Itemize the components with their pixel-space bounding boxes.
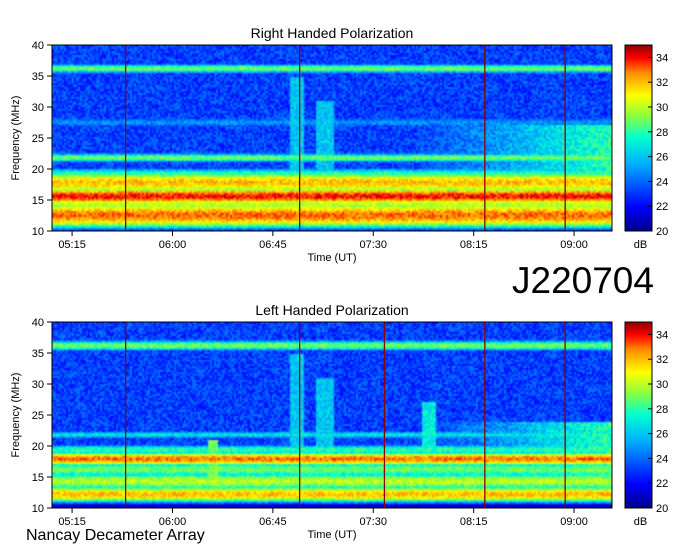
- y-tick-label: 10: [32, 226, 44, 238]
- colorbar-tick-label: 34: [656, 329, 668, 341]
- colorbar-tick-label: 26: [656, 152, 668, 164]
- y-tick-label: 40: [32, 40, 44, 52]
- x-tick-label: 05:15: [58, 239, 86, 251]
- y-axis-label: Frequency (MHz): [10, 373, 22, 458]
- y-tick-label: 10: [32, 503, 44, 515]
- colorbar-tick-label: 32: [656, 77, 668, 89]
- colorbar: [624, 44, 653, 232]
- x-tick-label: 06:00: [159, 239, 187, 251]
- y-tick-label: 20: [32, 164, 44, 176]
- colorbar-tick-label: 28: [656, 127, 668, 139]
- x-axis-label: Time (UT): [307, 529, 356, 541]
- panel-title: Left Handed Polarization: [255, 302, 408, 318]
- y-tick-label: 40: [32, 317, 44, 329]
- colorbar-tick-label: 24: [656, 453, 668, 465]
- colorbar-tick-label: 22: [656, 201, 668, 213]
- spectrogram-image: [52, 45, 612, 231]
- x-tick-label: 09:00: [560, 239, 588, 251]
- y-tick-label: 15: [32, 195, 44, 207]
- y-tick-label: 35: [32, 71, 44, 83]
- y-tick-label: 15: [32, 472, 44, 484]
- x-tick-label: 06:45: [259, 516, 287, 528]
- y-axis-label: Frequency (MHz): [10, 96, 22, 181]
- x-tick-label: 08:15: [460, 516, 488, 528]
- colorbar-tick-label: 24: [656, 176, 668, 188]
- y-tick-label: 25: [32, 133, 44, 145]
- y-tick-label: 30: [32, 379, 44, 391]
- x-tick-label: 08:15: [460, 239, 488, 251]
- y-tick-label: 25: [32, 410, 44, 422]
- x-tick-label: 07:30: [360, 516, 388, 528]
- left-polarization-panel: 05:15 06:00 06:45 07:30 08:15 09:001015202530…: [10, 302, 668, 541]
- x-tick-label: 06:45: [259, 239, 287, 251]
- colorbar-tick-label: 28: [656, 404, 668, 416]
- colorbar-tick-label: 30: [656, 379, 668, 391]
- colorbar-tick-label: 20: [656, 226, 668, 238]
- colorbar-label: dB: [634, 516, 647, 528]
- colorbar-label: dB: [634, 239, 647, 251]
- colorbar: [624, 321, 653, 509]
- observation-id: J220704: [512, 260, 654, 301]
- y-tick-label: 20: [32, 441, 44, 453]
- y-tick-label: 30: [32, 102, 44, 114]
- colorbar-tick-label: 30: [656, 102, 668, 114]
- colorbar-tick-label: 32: [656, 354, 668, 366]
- right-polarization-panel: 05:15 06:00 06:45 07:30 08:15 09:00 10 15 20 25 30…: [10, 25, 668, 264]
- panel-title: Right Handed Polarization: [251, 25, 414, 41]
- colorbar-tick-label: 22: [656, 478, 668, 490]
- x-tick-label: 07:30: [360, 239, 388, 251]
- colorbar-tick-label: 20: [656, 503, 668, 515]
- spectrogram-image: [52, 322, 612, 508]
- colorbar-tick-label: 34: [656, 52, 668, 64]
- x-axis-label: Time (UT): [307, 252, 356, 264]
- instrument-name: Nancay Decameter Array: [26, 527, 205, 544]
- x-tick-label: 09:00: [560, 516, 588, 528]
- colorbar-tick-label: 26: [656, 429, 668, 441]
- y-tick-label: 35: [32, 348, 44, 360]
